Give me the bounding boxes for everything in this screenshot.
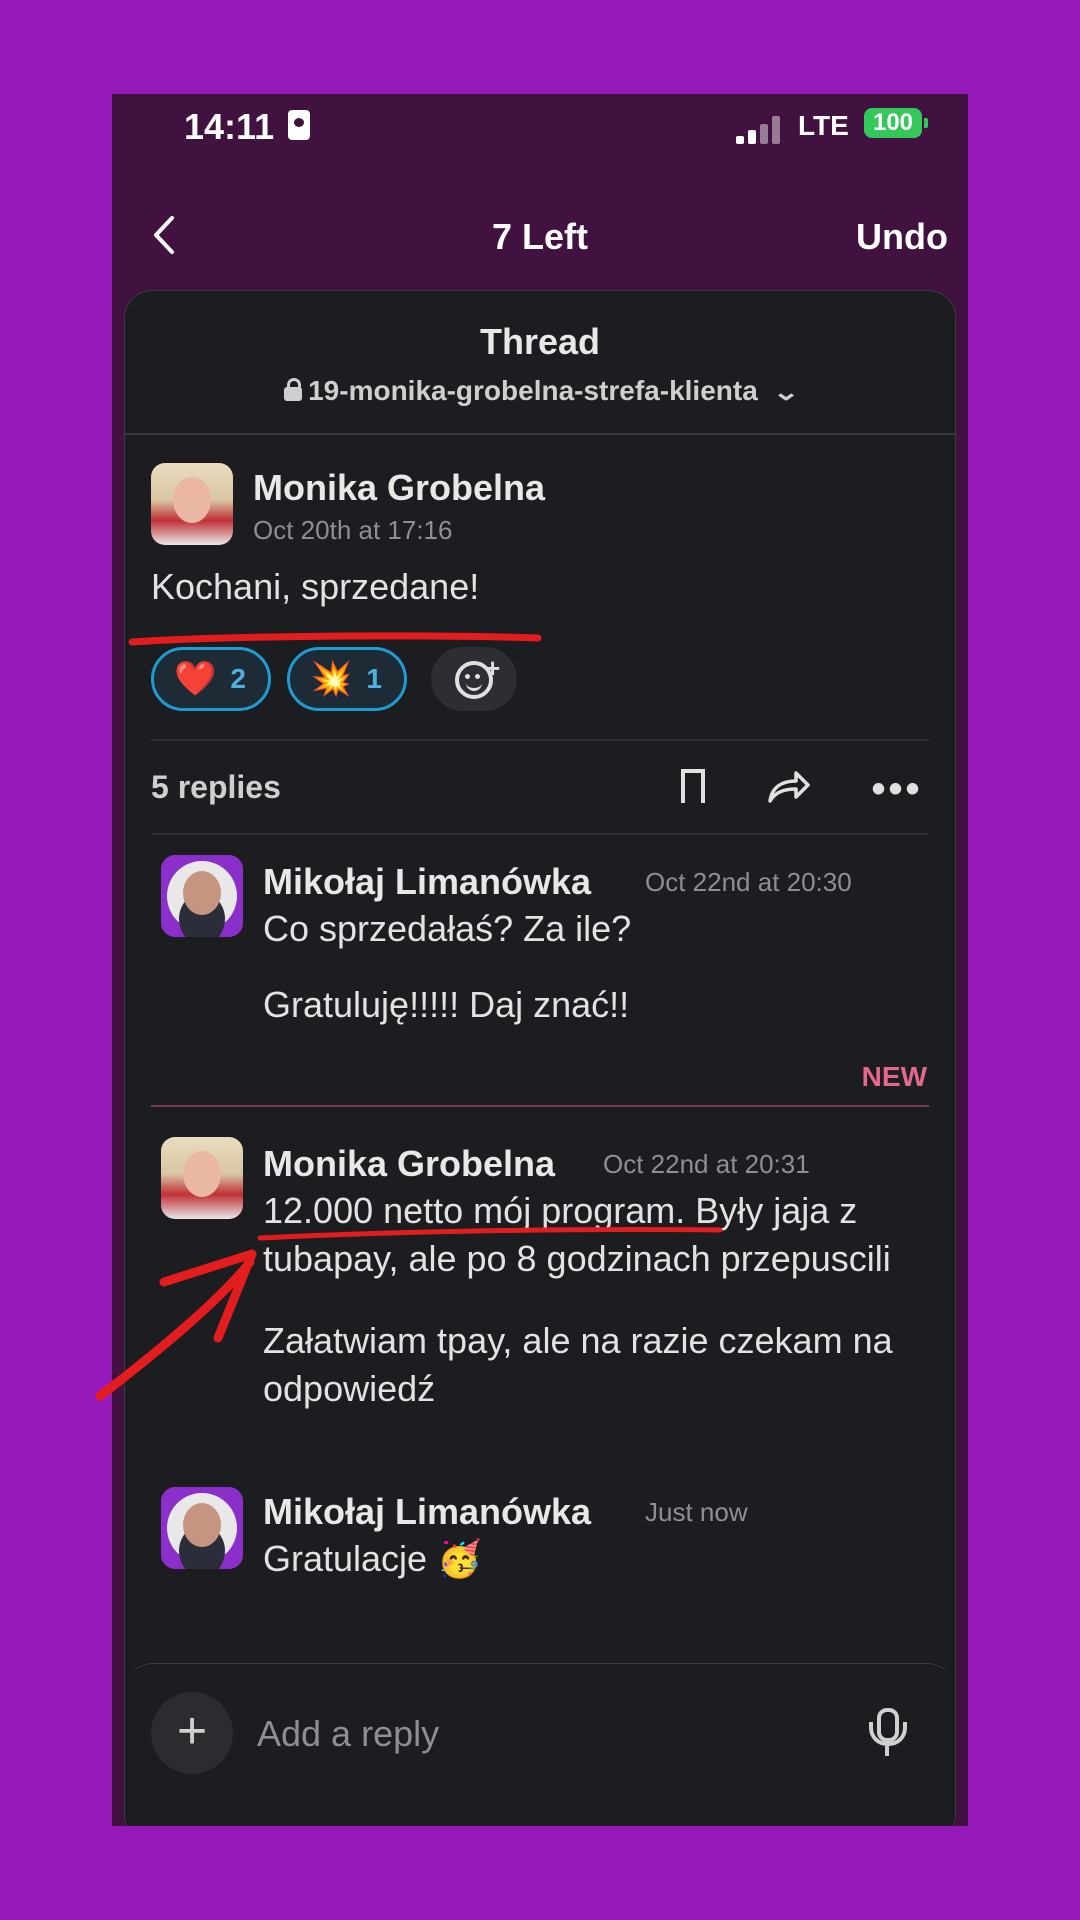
signal-strength-icon [736,114,784,144]
thread-header: Thread 19-monika-grobelna-strefa-klienta… [125,291,955,435]
message-author[interactable]: Mikołaj Limanówka [263,861,591,903]
channel-name: 19-monika-grobelna-strefa-klienta [308,375,758,406]
battery-indicator: 100 [864,108,928,138]
message-time: Oct 20th at 17:16 [253,515,453,545]
message-text: Kochani, sprzedane! [151,566,480,607]
collision-icon: 💥 [310,660,353,698]
divider [151,739,929,741]
message-text: Co sprzedałaś? Za ile? [263,908,632,949]
channel-selector[interactable]: 19-monika-grobelna-strefa-klienta ⌄ [125,375,955,407]
bookmark-icon [681,769,705,811]
thread-title: Thread [479,321,601,362]
message-text: 12.000 netto mój program. Były jaja z tu… [263,1190,891,1279]
message-text: Gratulacje 🥳 [263,1538,482,1579]
message-time: Oct 22nd at 20:30 [645,867,852,897]
more-options-button[interactable]: ••• [869,765,925,813]
microphone-icon[interactable] [865,1708,907,1758]
chevron-down-icon: ⌄ [771,379,800,406]
share-button[interactable] [765,765,813,813]
avatar[interactable] [161,1137,243,1219]
share-arrow-icon [768,771,810,803]
status-time: 14:11 [184,106,275,147]
divider [151,833,929,835]
message-author[interactable]: Monika Grobelna [253,467,545,509]
message-author[interactable]: Mikołaj Limanówka [263,1491,591,1533]
reaction-count: 2 [230,663,246,694]
more-icon: ••• [871,767,923,811]
lock-icon [284,378,303,401]
message-time: Oct 22nd at 20:31 [603,1149,810,1179]
avatar[interactable] [161,855,243,937]
reaction-count: 1 [366,663,382,694]
undo-button[interactable]: Undo [856,216,948,258]
reply-composer: + [125,1663,955,1826]
bookmark-button[interactable] [669,765,717,813]
heart-icon: ❤️ [174,660,217,698]
attach-button[interactable]: + [151,1692,233,1774]
sim-card-icon [288,110,310,140]
new-messages-label: NEW [861,1061,927,1092]
thread-card: Thread 19-monika-grobelna-strefa-klienta… [124,290,956,1826]
nav-title: 7 Left [491,216,588,257]
avatar[interactable] [151,463,233,545]
reaction-heart[interactable]: ❤️ 2 [151,647,271,711]
phone-screen: 14:11 LTE 100 7 Left Undo Thread 19-moni… [112,94,968,1826]
new-messages-divider [151,1105,929,1107]
plus-icon: + [485,653,501,683]
message-author[interactable]: Monika Grobelna [263,1143,555,1185]
message-text: Załatwiam tpay, ale na razie czekam na o… [263,1320,893,1409]
message-time: Just now [645,1497,748,1527]
replies-count: 5 replies [151,769,281,805]
avatar[interactable] [161,1487,243,1569]
add-reaction-button[interactable]: + [431,647,517,711]
network-type: LTE [798,110,849,141]
reaction-collision[interactable]: 💥 1 [287,647,407,711]
message-text: Gratuluję!!!!! Daj znać!! [263,984,630,1025]
reply-input[interactable] [255,1702,839,1766]
